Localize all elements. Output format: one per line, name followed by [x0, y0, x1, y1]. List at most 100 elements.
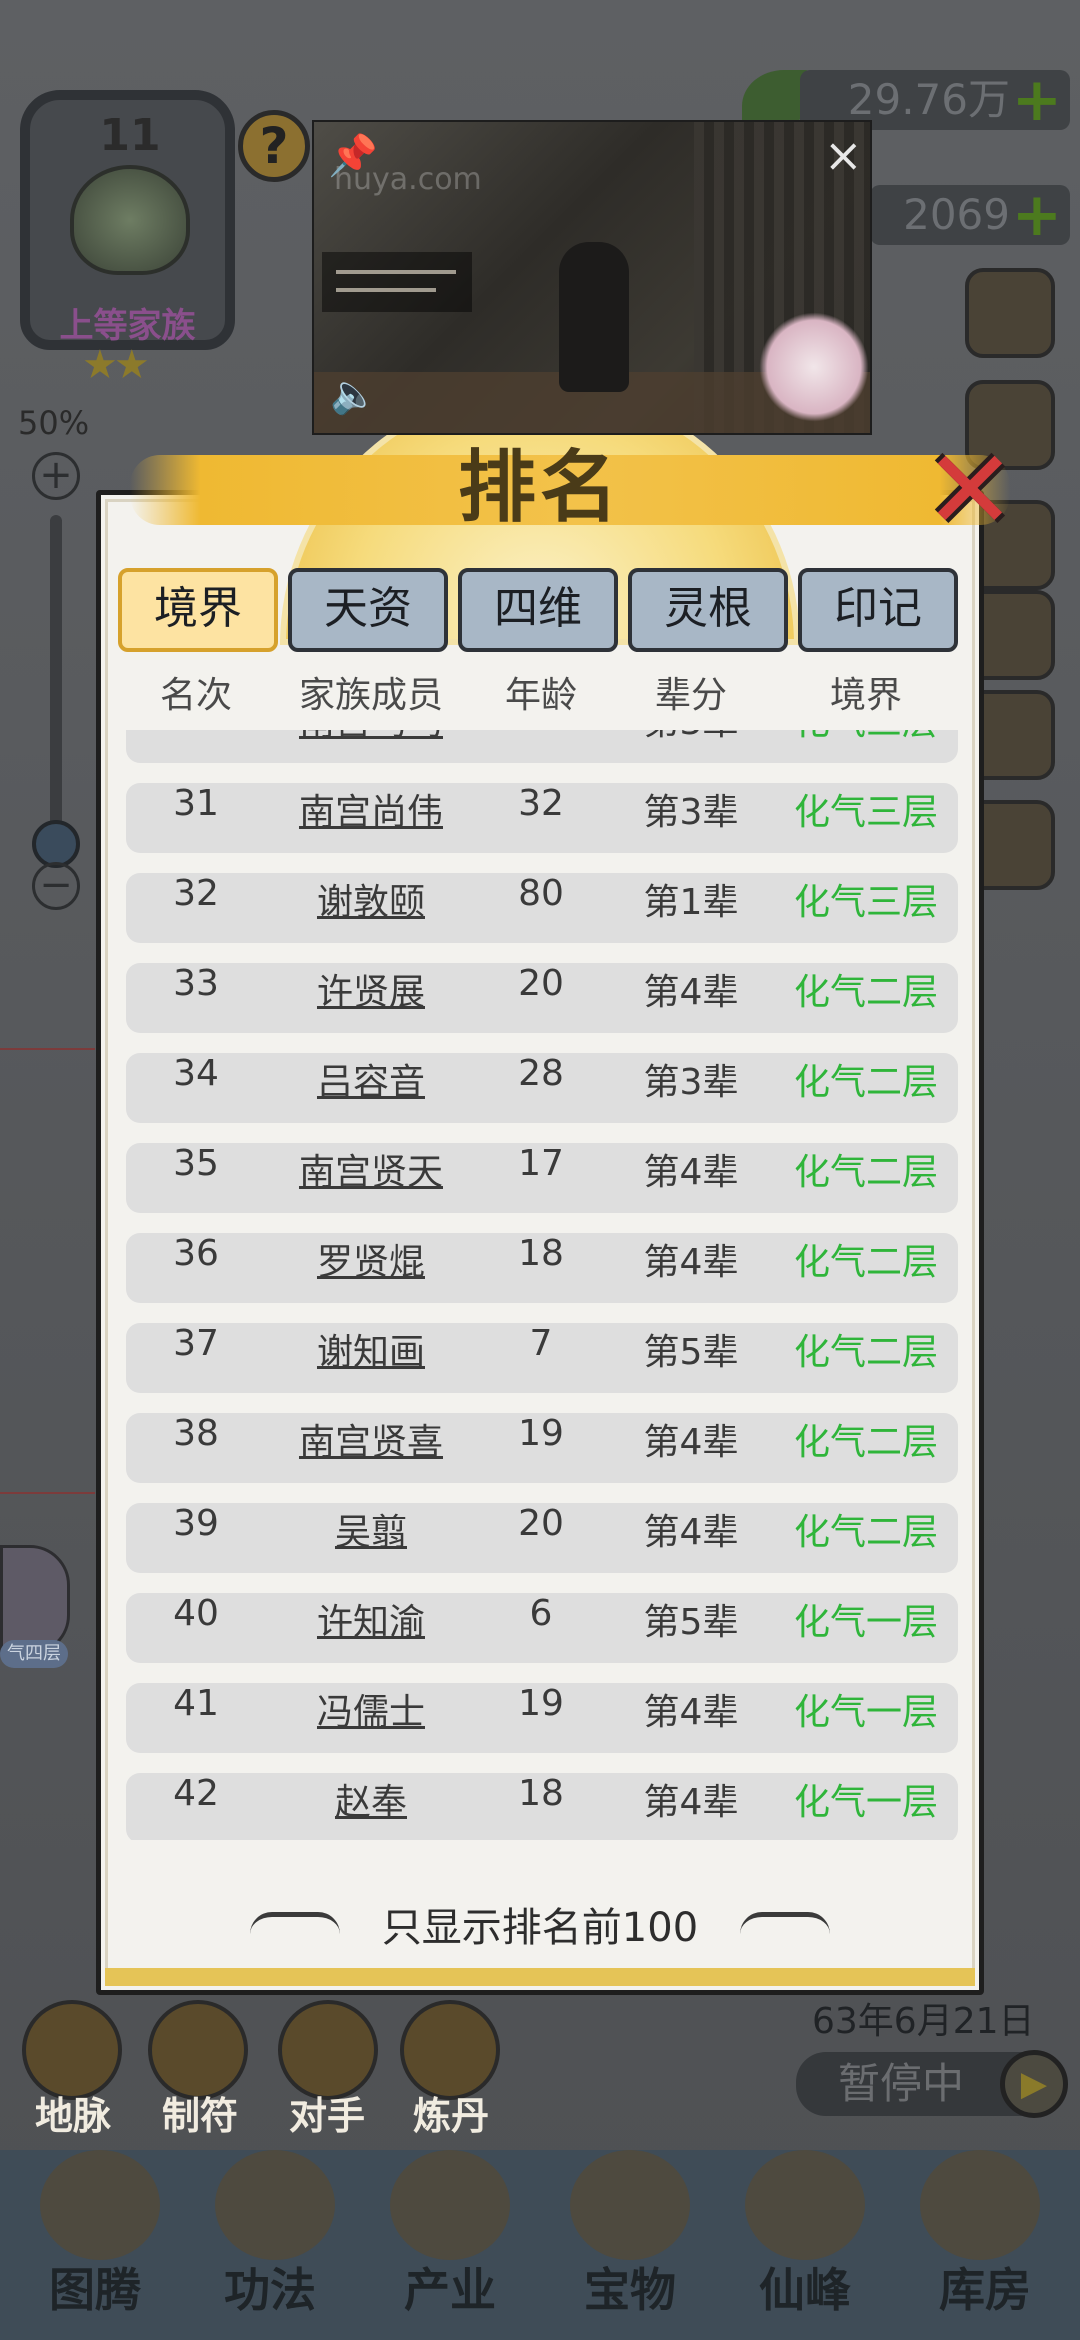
resource-value: 29.76万 [847, 75, 1010, 124]
tab-four-stats[interactable]: 四维 [458, 568, 618, 652]
age-cell: 18 [518, 1233, 564, 1274]
age-cell: 20 [518, 963, 564, 1004]
pause-label: 暂停中 [838, 2059, 965, 2108]
rank-cell: 39 [173, 1503, 219, 1544]
clan-rank-label: 上等家族 [59, 306, 196, 346]
nav-tab-storehouse[interactable]: 库房 [905, 2255, 1065, 2325]
resource-secondary: 2069 + [870, 185, 1070, 245]
ranking-row[interactable]: 32 谢敦颐 80 第1辈 化气三层 [126, 873, 958, 943]
speaker-icon[interactable]: 🔈 [330, 372, 377, 417]
pip-close-button[interactable]: × [824, 128, 863, 182]
zoom-slider[interactable] [50, 515, 62, 830]
skill-label: 对手 [288, 2094, 365, 2138]
realm-cell: 化气二层 [793, 1242, 938, 1283]
member-name-link[interactable]: 许知渝 [266, 1593, 476, 1663]
add-resource-button[interactable]: + [1012, 185, 1062, 245]
ranking-row[interactable]: 30南宫鸟鸟31第3辈化气三层 [126, 730, 958, 763]
ranking-row[interactable]: 35 南宫贤天 17 第4辈 化气二层 [126, 1143, 958, 1213]
member-name-link[interactable]: 南宫贤天 [266, 1143, 476, 1213]
ranking-row[interactable]: 40 许知渝 6 第5辈 化气一层 [126, 1593, 958, 1663]
realm-cell: 化气二层 [793, 1512, 938, 1553]
storehouse-icon[interactable] [920, 2150, 1040, 2260]
member-name-link[interactable]: 谢敦颐 [266, 873, 476, 943]
dialog-line [336, 288, 436, 292]
nav-tab-treasure[interactable]: 宝物 [550, 2255, 710, 2325]
realm-cell: 化气二层 [793, 1332, 938, 1373]
zoom-in-button[interactable]: + [32, 452, 80, 500]
member-name-link[interactable]: 赵奉 [266, 1773, 476, 1840]
member-name-link[interactable]: 罗贤焜 [266, 1233, 476, 1303]
member-name-link[interactable]: 冯儒士 [266, 1683, 476, 1753]
ranking-limit-note: 只显示排名前100 [381, 1905, 699, 1951]
generation-cell: 第4辈 [643, 1152, 739, 1193]
clan-level: 11 [99, 110, 161, 161]
rank-cell: 36 [173, 1233, 219, 1274]
ranking-row[interactable]: 36 罗贤焜 18 第4辈 化气二层 [126, 1233, 958, 1303]
generation-cell: 第4辈 [643, 972, 739, 1013]
tab-talent[interactable]: 天资 [288, 568, 448, 652]
zoom-percent: 50% [18, 404, 90, 442]
rank-cell: 41 [173, 1683, 219, 1724]
ranking-row[interactable]: 41 冯儒士 19 第4辈 化气一层 [126, 1683, 958, 1753]
ranking-row[interactable]: 39 吴翦 20 第4辈 化气二层 [126, 1503, 958, 1573]
rank-cell: 38 [173, 1413, 219, 1454]
pin-icon[interactable]: 📌 [328, 132, 378, 179]
age-cell: 32 [518, 783, 564, 824]
realm-cell: 化气二层 [793, 972, 938, 1013]
realm-cell: 化气三层 [793, 882, 938, 923]
member-name-link[interactable]: 谢知画 [266, 1323, 476, 1393]
ranking-row[interactable]: 33 许贤展 20 第4辈 化气二层 [126, 963, 958, 1033]
technique-icon[interactable] [215, 2150, 335, 2260]
yin-yang-icon[interactable] [965, 268, 1055, 358]
ranking-row[interactable]: 37 谢知画 7 第5辈 化气二层 [126, 1323, 958, 1393]
ranking-row[interactable]: 31 南宫尚伟 32 第3辈 化气三层 [126, 783, 958, 853]
skill-label: 地脉 [34, 2094, 111, 2138]
nav-tab-industry[interactable]: 产业 [370, 2255, 530, 2325]
ranking-list[interactable]: 30南宫鸟鸟31第3辈化气三层31南宫尚伟32第3辈化气三层32谢敦颐80第1辈… [118, 730, 963, 1840]
ranking-row[interactable]: 42 赵奉 18 第4辈 化气一层 [126, 1773, 958, 1840]
tab-mark[interactable]: 印记 [798, 568, 958, 652]
member-name-link[interactable]: 吕容音 [266, 1053, 476, 1123]
member-name-link[interactable]: 南宫贤喜 [266, 1413, 476, 1483]
generation-cell: 第3辈 [606, 730, 776, 763]
skill-label: 炼丹 [412, 2094, 489, 2138]
nav-tab-peak[interactable]: 仙峰 [725, 2255, 885, 2325]
zoom-slider-handle[interactable] [32, 820, 80, 868]
member-name-link[interactable]: 南宫鸟鸟 [266, 730, 476, 763]
tab-spirit-root[interactable]: 灵根 [628, 568, 788, 652]
generation-cell: 第3辈 [643, 1062, 739, 1103]
column-header-member: 家族成员 [298, 675, 443, 716]
industry-icon[interactable] [390, 2150, 510, 2260]
map-divider [0, 1492, 95, 1494]
rank-cell: 42 [173, 1773, 219, 1814]
help-button[interactable]: ? [238, 110, 310, 182]
nav-tab-totem[interactable]: 图腾 [15, 2255, 175, 2325]
zoom-out-button[interactable]: − [32, 862, 80, 910]
realm-cell: 化气一层 [793, 1692, 938, 1733]
add-resource-button[interactable]: + [1012, 70, 1062, 130]
totem-icon[interactable] [40, 2150, 160, 2260]
play-icon[interactable]: ▶ [1000, 2050, 1068, 2118]
member-avatar[interactable] [0, 1545, 70, 1655]
column-header-generation: 辈分 [654, 675, 727, 716]
member-name-link[interactable]: 南宫尚伟 [266, 783, 476, 853]
tab-realm[interactable]: 境界 [118, 568, 278, 652]
realm-cell: 化气二层 [793, 1152, 938, 1193]
column-header-rank: 名次 [159, 675, 232, 716]
map-divider [0, 1048, 95, 1050]
member-name-link[interactable]: 许贤展 [266, 963, 476, 1033]
pip-video-window[interactable]: huya.com 📌 × 🔈 [312, 120, 872, 435]
generation-cell: 第4辈 [643, 1422, 739, 1463]
realm-cell: 化气三层 [776, 730, 956, 763]
ranking-row[interactable]: 38 南宫贤喜 19 第4辈 化气二层 [126, 1413, 958, 1483]
ranking-tabs: 境界 天资 四维 灵根 印记 [118, 568, 963, 654]
peak-icon[interactable] [745, 2150, 865, 2260]
nav-tab-technique[interactable]: 功法 [190, 2255, 350, 2325]
generation-cell: 第5辈 [643, 1332, 739, 1373]
ranking-row[interactable]: 34 吕容音 28 第3辈 化气二层 [126, 1053, 958, 1123]
member-name-link[interactable]: 吴翦 [266, 1503, 476, 1573]
age-cell: 6 [529, 1593, 553, 1634]
dialog-line [336, 270, 456, 274]
treasure-icon[interactable] [570, 2150, 690, 2260]
close-icon[interactable]: ✕ [920, 435, 1020, 545]
